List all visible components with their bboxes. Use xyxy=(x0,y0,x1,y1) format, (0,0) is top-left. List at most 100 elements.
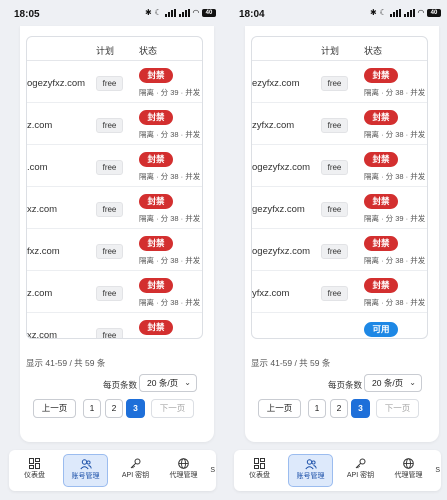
wifi-icon: ◠ xyxy=(192,8,199,17)
per-page-select[interactable]: 20 条/页 ⌄ xyxy=(139,374,197,392)
accounts-table[interactable]: 计划 状态 ezyfxz.com free 封禁 隔离 · 分 38 · 并发 … xyxy=(251,36,428,339)
nav-item-dashboard[interactable]: 仪表盘 xyxy=(12,454,57,487)
chevron-down-icon: ⌄ xyxy=(409,378,416,387)
nav-label: 账号管理 xyxy=(71,473,100,480)
nav-item-dashboard[interactable]: 仪表盘 xyxy=(237,454,282,487)
nav-item-api-keys[interactable]: API 密钥 xyxy=(338,454,383,487)
table-row[interactable]: ogezyfxz.com free 封禁 隔离 · 分 38 · 并发 0 xyxy=(252,229,427,271)
status-meta: 隔离 · 分 38 · 并发 0 xyxy=(364,298,428,307)
prev-page-button[interactable]: 上一页 xyxy=(33,399,76,418)
pagination-summary: 显示 41-59 / 共 59 条 xyxy=(251,358,331,368)
plan-tag: free xyxy=(96,244,123,259)
status-badge: 封禁 xyxy=(139,278,173,293)
nav-item-proxies[interactable]: 代理管理 xyxy=(161,454,206,487)
status-meta: 隔离 · 分 39 · 并发 0 xyxy=(364,214,428,223)
plan-tag: free xyxy=(96,286,123,301)
table-row[interactable]: z.com free 封禁 隔离 · 分 38 · 并发 0 xyxy=(27,271,202,313)
bottom-nav: 仪表盘 账号管理 API 密钥 代理管理 S xyxy=(234,450,441,491)
per-page-label: 每页条数 xyxy=(103,380,138,390)
table-row[interactable]: .com free 封禁 隔离 · 分 38 · 并发 0 xyxy=(27,145,202,187)
pagination-summary: 显示 41-59 / 共 59 条 xyxy=(26,358,106,368)
status-meta: 隔离 · 分 38 · 并发 0 xyxy=(364,172,428,181)
status-icons: ✱ ☾ ◠ 40 xyxy=(145,8,216,17)
status-badge-available: 可用 xyxy=(364,322,398,337)
domain-cell: ogezyfxz.com xyxy=(252,162,311,173)
column-header-plan: 计划 xyxy=(321,46,340,56)
accounts-card: 计划 状态 ogezyfxz.com free 封禁 隔离 · 分 39 · 并… xyxy=(20,26,214,442)
status-meta: 隔离 · 分 38 · 并发 0 xyxy=(139,256,203,265)
status-badge: 封禁 xyxy=(139,194,173,209)
table-row[interactable]: fxz.com free 封禁 隔离 · 分 38 · 并发 0 xyxy=(27,229,202,271)
users-icon xyxy=(304,459,317,470)
bluetooth-icon: ✱ xyxy=(144,8,152,17)
per-page-select[interactable]: 20 条/页 ⌄ xyxy=(364,374,422,392)
bottom-nav: 仪表盘 账号管理 API 密钥 代理管理 S xyxy=(9,450,216,491)
next-page-button[interactable]: 下一页 xyxy=(151,399,194,418)
plan-tag: free xyxy=(96,118,123,133)
nav-label: 账号管理 xyxy=(296,473,325,480)
status-meta: 隔离 · 分 38 · 并发 0 xyxy=(139,172,203,181)
domain-cell: xz.com xyxy=(27,330,58,339)
nav-label: API 密钥 xyxy=(121,472,150,479)
page-button-3[interactable]: 3 xyxy=(351,399,370,418)
nav-item-api-keys[interactable]: API 密钥 xyxy=(113,454,158,487)
plan-tag: free xyxy=(321,286,348,301)
status-badge: 封禁 xyxy=(139,320,173,335)
moon-icon: ☾ xyxy=(379,8,387,17)
nav-label: 仪表盘 xyxy=(24,472,45,479)
prev-page-button[interactable]: 上一页 xyxy=(258,399,301,418)
page-button-2[interactable]: 2 xyxy=(105,399,123,418)
status-badge: 封禁 xyxy=(364,68,398,83)
plan-tag: free xyxy=(321,118,348,133)
table-header: 计划 状态 xyxy=(27,37,202,61)
chevron-down-icon: ⌄ xyxy=(184,378,191,387)
nav-overflow-label: S xyxy=(435,467,440,474)
plan-tag: free xyxy=(96,160,123,175)
nav-item-accounts[interactable]: 账号管理 xyxy=(63,454,108,487)
domain-cell: z.com xyxy=(27,120,53,131)
next-page-button[interactable]: 下一页 xyxy=(376,399,419,418)
signal-icon xyxy=(164,8,176,17)
plan-tag: free xyxy=(321,202,348,217)
page-button-1[interactable]: 1 xyxy=(83,399,101,418)
column-header-status: 状态 xyxy=(364,46,383,56)
per-page-label: 每页条数 xyxy=(328,380,363,390)
page-button-3[interactable]: 3 xyxy=(126,399,145,418)
dashboard-icon xyxy=(254,458,265,469)
key-icon xyxy=(130,458,141,469)
page-button-2[interactable]: 2 xyxy=(330,399,348,418)
table-row[interactable]: ogezyfxz.com free 封禁 隔离 · 分 39 · 并发 0 xyxy=(27,61,202,103)
accounts-card: 计划 状态 ezyfxz.com free 封禁 隔离 · 分 38 · 并发 … xyxy=(245,26,439,442)
table-row[interactable]: zyfxz.com free 封禁 隔离 · 分 38 · 并发 0 xyxy=(252,103,427,145)
status-meta: 隔离 · 分 38 · 并发 0 xyxy=(139,214,203,223)
bluetooth-icon: ✱ xyxy=(369,8,377,17)
table-row[interactable]: 可用 xyxy=(252,313,427,338)
status-meta: 隔离 · 分 38 · 并发 0 xyxy=(364,88,428,97)
domain-cell: .com xyxy=(27,162,48,173)
table-row[interactable]: ezyfxz.com free 封禁 隔离 · 分 38 · 并发 0 xyxy=(252,61,427,103)
domain-cell: xz.com xyxy=(27,204,58,215)
signal-icon xyxy=(389,8,401,17)
plan-tag: free xyxy=(321,160,348,175)
page-button-1[interactable]: 1 xyxy=(308,399,326,418)
nav-label: 仪表盘 xyxy=(249,472,270,479)
table-row[interactable]: xz.com free 封禁 隔离 · 分 38 · 并发 0 xyxy=(27,187,202,229)
table-row[interactable]: ogezyfxz.com free 封禁 隔离 · 分 38 · 并发 0 xyxy=(252,145,427,187)
wifi-icon: ◠ xyxy=(417,8,424,17)
per-page-value: 20 条/页 xyxy=(372,378,404,388)
plan-tag: free xyxy=(96,328,123,338)
table-row[interactable]: z.com free 封禁 隔离 · 分 38 · 并发 0 xyxy=(27,103,202,145)
accounts-table[interactable]: 计划 状态 ogezyfxz.com free 封禁 隔离 · 分 39 · 并… xyxy=(26,36,203,339)
domain-cell: gezyfxz.com xyxy=(252,204,305,215)
phone-screen-right: 18:04 ✱ ☾ ◠ 40 计划 状态 ezyfxz.com free 封禁 … xyxy=(231,0,441,500)
globe-icon xyxy=(178,458,189,469)
nav-item-accounts[interactable]: 账号管理 xyxy=(288,454,333,487)
domain-cell: ogezyfxz.com xyxy=(27,78,86,89)
table-row[interactable]: yfxz.com free 封禁 隔离 · 分 38 · 并发 0 xyxy=(252,271,427,313)
status-badge: 封禁 xyxy=(364,152,398,167)
table-row[interactable]: xz.com free 封禁 xyxy=(27,313,202,339)
nav-item-proxies[interactable]: 代理管理 xyxy=(386,454,431,487)
domain-cell: ezyfxz.com xyxy=(252,78,300,89)
status-badge: 封禁 xyxy=(139,152,173,167)
table-row[interactable]: gezyfxz.com free 封禁 隔离 · 分 39 · 并发 0 xyxy=(252,187,427,229)
